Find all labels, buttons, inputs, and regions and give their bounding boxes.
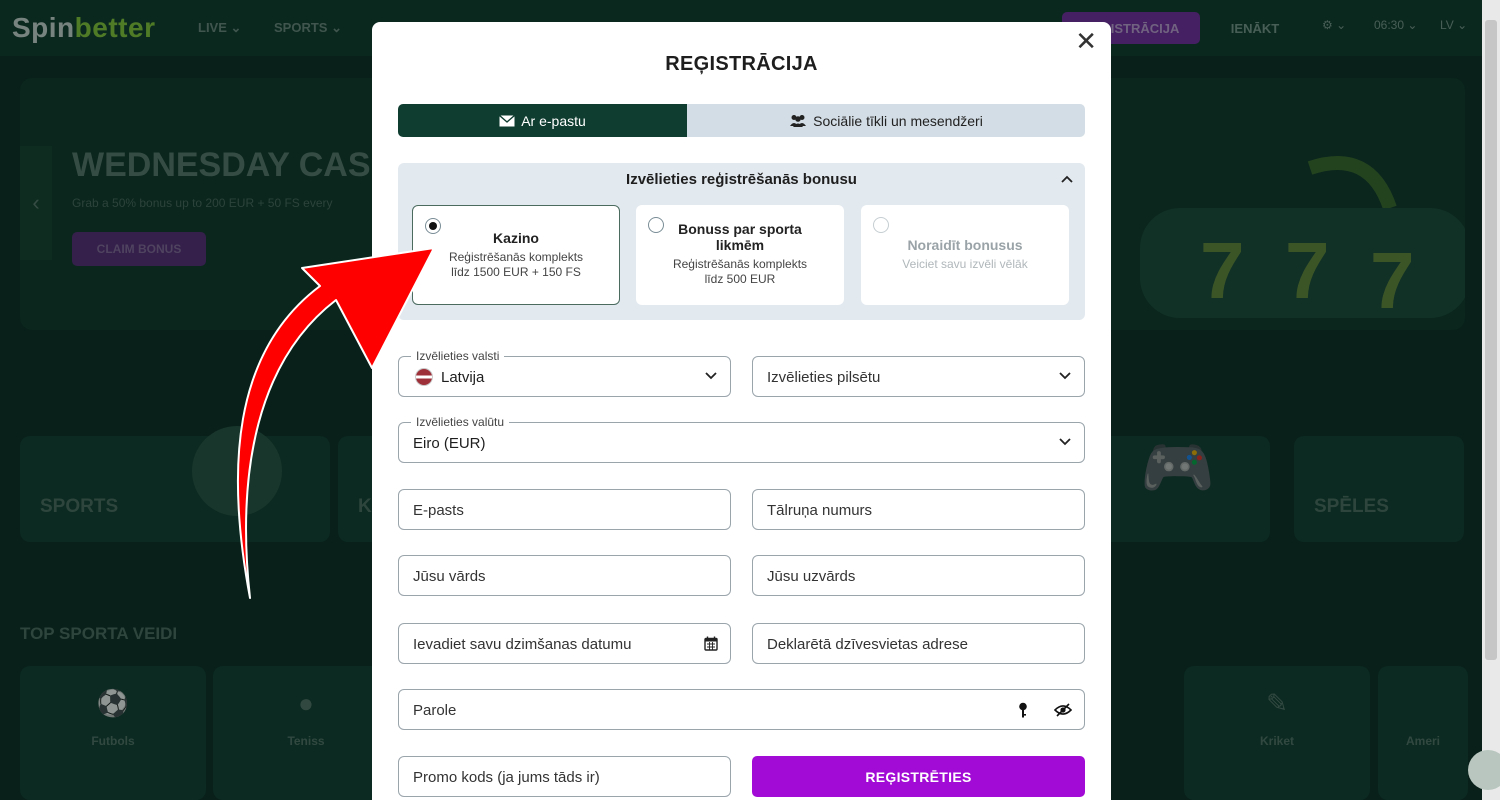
bonus-option-desc: Veiciet savu izvēli vēlāk <box>902 257 1028 271</box>
chevron-up-icon[interactable] <box>1061 170 1073 186</box>
email-placeholder: E-pasts <box>413 502 464 519</box>
currency-select[interactable]: Izvēlieties valūtu Eiro (EUR) <box>398 415 1085 463</box>
country-value: Latvija <box>441 369 485 386</box>
radio-button[interactable] <box>425 218 441 234</box>
bonus-option-sports[interactable]: Bonuss par sporta likmēm Reģistrēšanās k… <box>636 205 844 305</box>
bonus-heading: Izvēlieties reģistrēšanās bonusu <box>626 171 857 188</box>
register-button[interactable]: REĢISTRĒTIES <box>752 756 1085 797</box>
radio-button[interactable] <box>873 217 889 233</box>
country-legend: Izvēlieties valsti <box>411 349 505 363</box>
radio-button[interactable] <box>648 217 664 233</box>
eye-slash-icon[interactable] <box>1054 703 1072 717</box>
bonus-option-desc: Reģistrēšanās komplekts līdz 500 EUR <box>672 257 808 286</box>
key-icon[interactable] <box>1018 702 1028 718</box>
currency-value: Eiro (EUR) <box>413 435 486 452</box>
city-select[interactable]: Izvēlieties pilsētu <box>752 356 1085 397</box>
last-name-field[interactable]: Jūsu uzvārds <box>752 555 1085 596</box>
password-field[interactable]: Parole <box>398 689 1085 730</box>
address-field[interactable]: Deklarētā dzīvesvietas adrese <box>752 623 1085 664</box>
first-name-placeholder: Jūsu vārds <box>413 568 486 585</box>
chat-support-button[interactable] <box>1468 750 1500 790</box>
calendar-icon[interactable] <box>704 636 718 651</box>
registration-tabs: Ar e-pastu Sociālie tīkli un mesendžeri <box>398 104 1085 137</box>
currency-legend: Izvēlieties valūtu <box>411 415 510 429</box>
phone-placeholder: Tālruņa numurs <box>767 502 873 519</box>
chevron-down-icon <box>1059 372 1071 380</box>
promo-placeholder: Promo kods (ja jums tāds ir) <box>413 769 600 786</box>
promo-code-field[interactable]: Promo kods (ja jums tāds ir) <box>398 756 731 797</box>
tab-email[interactable]: Ar e-pastu <box>398 104 687 137</box>
scrollbar-thumb[interactable] <box>1485 20 1497 660</box>
phone-field[interactable]: Tālruņa numurs <box>752 489 1085 530</box>
address-placeholder: Deklarētā dzīvesvietas adrese <box>767 636 968 653</box>
city-placeholder: Izvēlieties pilsētu <box>767 369 881 386</box>
country-select[interactable]: Izvēlieties valsti Latvija <box>398 349 731 397</box>
password-placeholder: Parole <box>413 702 457 719</box>
modal-title: REĢISTRĀCIJA <box>665 53 818 75</box>
bonus-option-casino[interactable]: Kazino Reģistrēšanās komplekts līdz 1500… <box>412 205 620 305</box>
page-scrollbar[interactable] <box>1482 0 1500 800</box>
tab-label: Ar e-pastu <box>521 112 586 129</box>
bonus-option-title: Kazino <box>493 230 539 246</box>
tab-label: Sociālie tīkli un mesendžeri <box>813 112 983 129</box>
last-name-placeholder: Jūsu uzvārds <box>767 568 856 585</box>
users-icon <box>790 115 807 127</box>
first-name-field[interactable]: Jūsu vārds <box>398 555 731 596</box>
chevron-down-icon <box>1059 438 1071 446</box>
close-icon[interactable]: ✕ <box>1075 28 1097 54</box>
birthdate-placeholder: Ievadiet savu dzimšanas datumu <box>413 636 632 653</box>
bonus-option-decline[interactable]: Noraidīt bonusus Veiciet savu izvēli vēl… <box>861 205 1069 305</box>
latvia-flag-icon <box>415 368 433 386</box>
envelope-icon <box>499 114 516 126</box>
bonus-option-title: Bonuss par sporta likmēm <box>678 221 802 253</box>
email-field[interactable]: E-pasts <box>398 489 731 530</box>
tab-social[interactable]: Sociālie tīkli un mesendžeri <box>687 104 1085 137</box>
bonus-selector: Izvēlieties reģistrēšanās bonusu Kazino … <box>398 163 1085 320</box>
bonus-option-title: Noraidīt bonusus <box>907 237 1023 253</box>
birthdate-field[interactable]: Ievadiet savu dzimšanas datumu <box>398 623 731 664</box>
registration-modal: ✕ REĢISTRĀCIJA Ar e-pastu Sociālie tīkli… <box>372 22 1111 800</box>
chevron-down-icon <box>705 372 717 380</box>
bonus-option-desc: Reģistrēšanās komplekts līdz 1500 EUR + … <box>448 250 584 279</box>
